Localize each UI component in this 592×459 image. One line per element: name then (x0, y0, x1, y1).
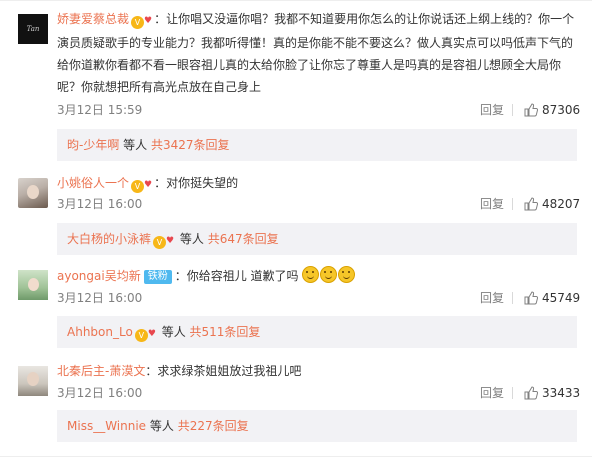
comment-text: 求求绿茶姐姐放过我祖儿吧 (157, 364, 302, 378)
comment-time: 3月12日 15:59 (57, 103, 143, 117)
thumbs-up-icon (524, 291, 538, 305)
heart-badge-icon: ♥ (147, 329, 156, 339)
like-count: 87306 (542, 103, 581, 117)
replies-summary[interactable]: Miss__Winnie 等人 共227条回复 (57, 410, 577, 442)
avatar-logo-text: Tan (26, 25, 40, 33)
comment-username[interactable]: 娇妻爱蔡总裁 (57, 12, 129, 26)
comment-colon: ： (174, 269, 187, 283)
comment-colon: ： (154, 176, 167, 190)
like-count: 33433 (542, 386, 581, 400)
avatar[interactable] (18, 270, 48, 300)
comment-meta: 3月12日 16:00 回复 48207 (57, 195, 580, 213)
comment-meta: 3月12日 16:00 回复 45749 (57, 289, 580, 307)
replies-summary[interactable]: 昀-少年啊 等人 共3427条回复 (57, 129, 577, 161)
comment-text: 对你挺失望的 (166, 176, 239, 190)
like-count: 48207 (542, 197, 581, 211)
smile-emoji-icon (302, 266, 320, 283)
avatar[interactable] (18, 178, 48, 208)
comment-body: ayongai吴均新 铁粉 ：你给容祖儿 道歉了吗 (57, 265, 578, 287)
thumbs-up-icon (524, 197, 538, 211)
like-count: 45749 (542, 291, 581, 305)
heart-badge-icon: ♥ (144, 16, 153, 26)
replies-count[interactable]: 共511条回复 (190, 325, 261, 339)
meta-divider (512, 104, 513, 116)
replies-summary[interactable]: Ahhbon_Lo V ♥ 等人 共511条回复 (57, 316, 577, 348)
avatar-face (27, 185, 39, 199)
comment-body: 北秦后主-萧漠文：求求绿茶姐姐放过我祖儿吧 (57, 360, 578, 382)
like-button[interactable]: 87306 (524, 101, 580, 119)
comment-item: 小姚俗人一个 V ♥ ：对你挺失望的 3月12日 16:00 回复 48207 大白杨… (0, 170, 592, 260)
comment-item: ayongai吴均新 铁粉 ：你给容祖儿 道歉了吗 3月12日 16:00 回复 4… (0, 260, 592, 352)
heart-badge-icon: ♥ (166, 236, 175, 246)
heart-badge-icon: ♥ (144, 180, 153, 190)
replies-count[interactable]: 共3427条回复 (151, 138, 230, 152)
avatar-face (27, 372, 39, 386)
vip-crown-icon: V (131, 16, 145, 29)
comment-text: 你给容祖儿 道歉了吗 (186, 269, 299, 283)
meta-divider (512, 292, 513, 304)
reply-user[interactable]: 昀-少年啊 (67, 138, 119, 152)
avatar[interactable]: Tan (18, 14, 48, 44)
comment-username[interactable]: 北秦后主-萧漠文 (57, 364, 145, 378)
replies-mid: 等人 (157, 325, 190, 339)
comment-colon: ： (154, 12, 167, 26)
comment-body: 娇妻爱蔡总裁 V ♥ ：让你唱又没逼你唱？我都不知道要用你怎么的让你说话还上纲上线的？… (57, 8, 578, 98)
thumbs-up-icon (524, 103, 538, 117)
vip-crown-icon: V (131, 180, 145, 193)
reply-user[interactable]: 大白杨的小泳裤 (67, 232, 151, 246)
meta-divider (512, 387, 513, 399)
comment-username[interactable]: ayongai吴均新 (57, 269, 141, 283)
meta-divider (512, 198, 513, 210)
comment-time: 3月12日 16:00 (57, 386, 143, 400)
avatar-face (28, 278, 39, 291)
comment-item: Tan 娇妻爱蔡总裁 V ♥ ：让你唱又没逼你唱？我都不知道要用你怎么的让你说话还上纲… (0, 0, 592, 170)
like-button[interactable]: 33433 (524, 384, 580, 402)
comment-body: 小姚俗人一个 V ♥ ：对你挺失望的 (57, 172, 578, 196)
replies-count[interactable]: 共227条回复 (178, 419, 249, 433)
smile-emoji-icon (320, 266, 338, 283)
like-button[interactable]: 48207 (524, 195, 580, 213)
like-button[interactable]: 45749 (524, 289, 580, 307)
comment-time: 3月12日 16:00 (57, 291, 143, 305)
comment-meta: 3月12日 16:00 回复 33433 (57, 384, 580, 402)
reply-button[interactable]: 回复 (480, 384, 504, 402)
fan-badge: 铁粉 (143, 270, 172, 284)
comment-username[interactable]: 小姚俗人一个 (57, 176, 129, 190)
bottom-divider (0, 456, 592, 457)
reply-button[interactable]: 回复 (480, 195, 504, 213)
comment-item: 北秦后主-萧漠文：求求绿茶姐姐放过我祖儿吧 3月12日 16:00 回复 334… (0, 352, 592, 459)
replies-mid: 等人 (119, 138, 151, 152)
replies-mid: 等人 (176, 232, 208, 246)
replies-summary[interactable]: 大白杨的小泳裤 V ♥ 等人 共647条回复 (57, 223, 577, 255)
smile-emoji-icon (338, 266, 356, 283)
vip-crown-icon: V (153, 236, 167, 249)
reply-user[interactable]: Miss__Winnie (67, 419, 146, 433)
reply-user[interactable]: Ahhbon_Lo (67, 325, 133, 339)
replies-mid: 等人 (146, 419, 178, 433)
comment-meta: 3月12日 15:59 回复 87306 (57, 101, 580, 119)
comment-time: 3月12日 16:00 (57, 197, 143, 211)
avatar[interactable] (18, 366, 48, 396)
vip-crown-icon: V (134, 329, 148, 342)
reply-button[interactable]: 回复 (480, 101, 504, 119)
comment-colon: ： (145, 364, 158, 378)
replies-count[interactable]: 共647条回复 (208, 232, 279, 246)
thumbs-up-icon (524, 386, 538, 400)
reply-button[interactable]: 回复 (480, 289, 504, 307)
